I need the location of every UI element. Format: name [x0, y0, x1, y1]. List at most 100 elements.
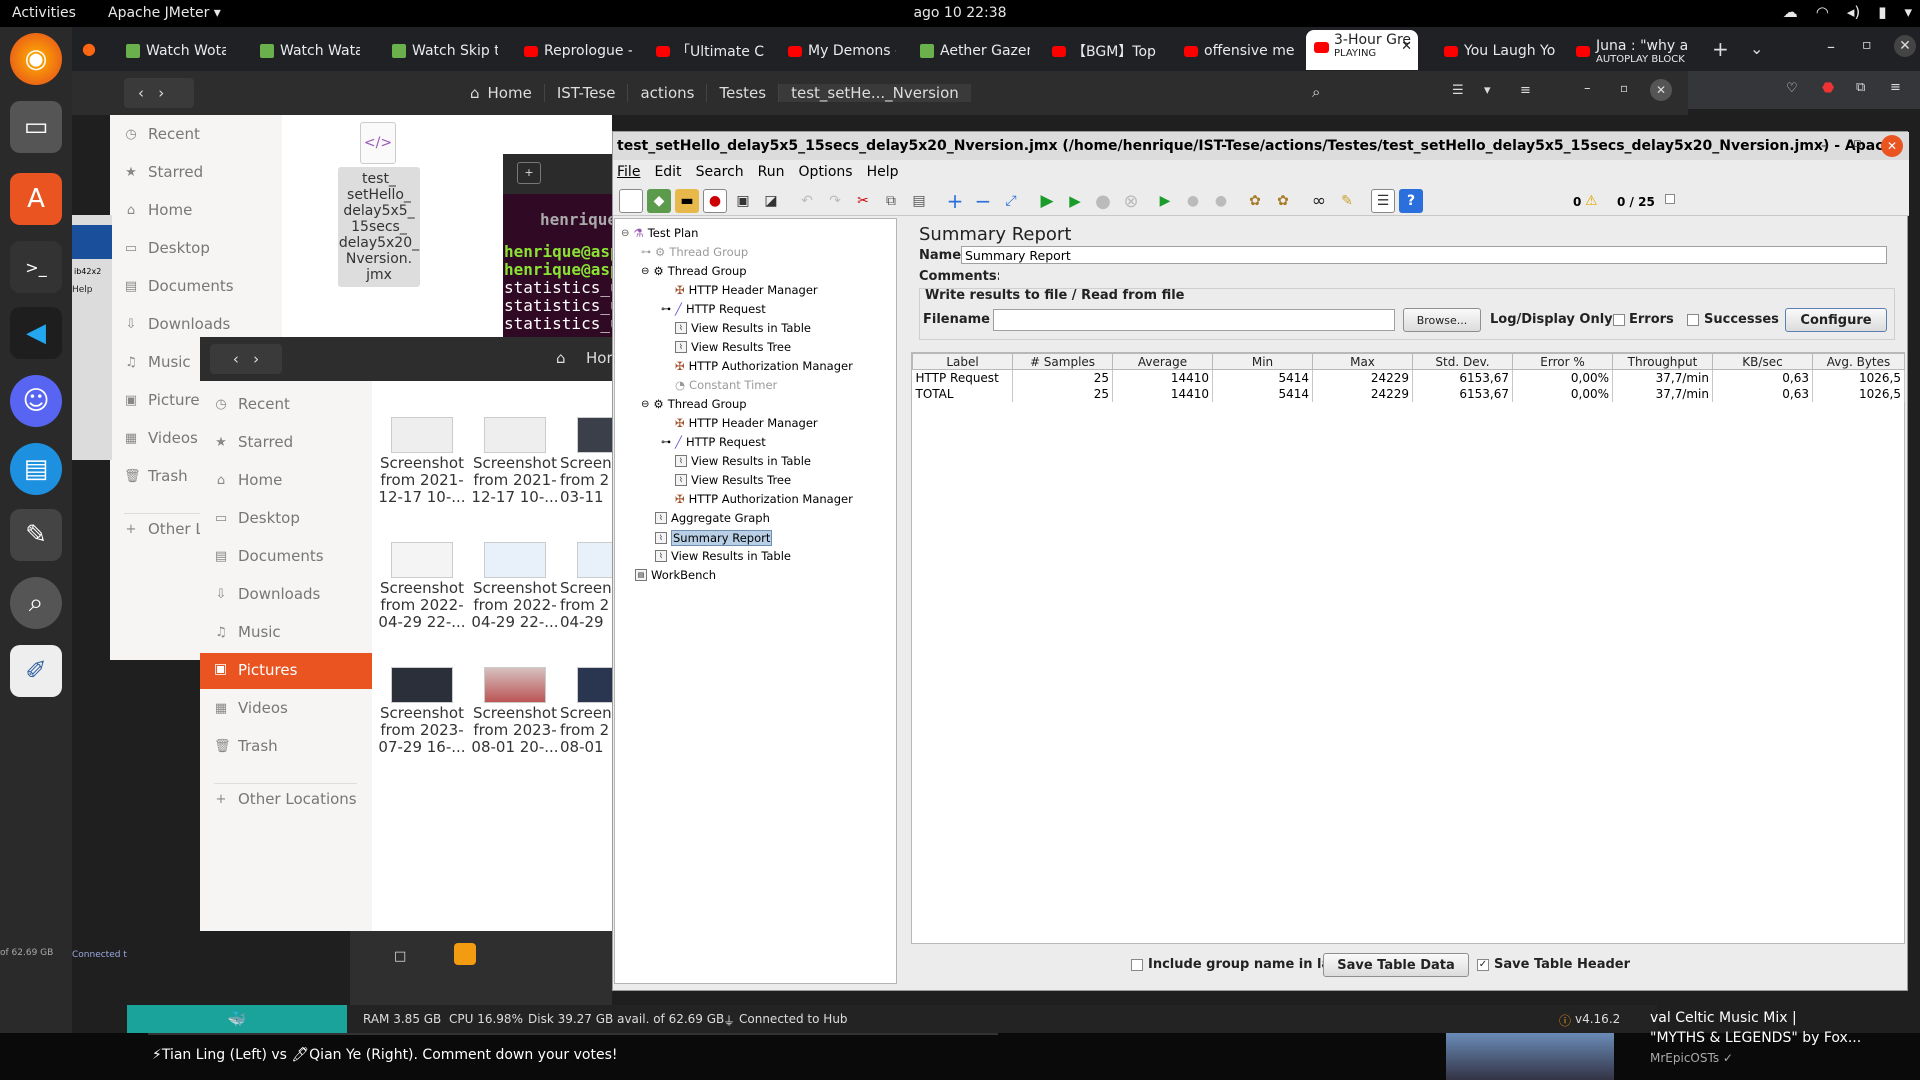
help-icon[interactable]: ?	[1399, 189, 1423, 213]
sidebar-item-documents[interactable]: ▤ Documents	[124, 277, 234, 295]
close-tab-icon[interactable]: ✕	[1401, 40, 1412, 54]
image-thumbnail[interactable]	[391, 667, 453, 703]
copy-icon[interactable]: ⧉	[879, 189, 903, 213]
remote-shutdown-icon[interactable]: ●	[1209, 189, 1233, 213]
cut-icon[interactable]: ✂	[851, 189, 875, 213]
tree-node[interactable]: ⊶ ╱ HTTP Request	[661, 435, 766, 449]
cloud-icon[interactable]: ☁	[1783, 3, 1798, 21]
sidebar-item-music[interactable]: ♫ Music	[214, 623, 281, 641]
column-header[interactable]: Avg. Bytes	[1812, 353, 1905, 370]
menu-file[interactable]: File	[617, 164, 640, 182]
tree-node[interactable]: ⊶ ⚙ Thread Group	[641, 245, 748, 259]
clear-icon[interactable]: ✿	[1243, 189, 1267, 213]
path-segment[interactable]: Testes	[706, 84, 778, 102]
maximize-button[interactable]: ▫	[1862, 37, 1872, 53]
menu-icon[interactable]: ≡	[1890, 80, 1901, 95]
menu-help[interactable]: Help	[867, 164, 899, 182]
menu-run[interactable]: Run	[758, 164, 785, 182]
column-header[interactable]: Label	[912, 353, 1013, 370]
include-group-checkbox[interactable]	[1131, 959, 1143, 971]
search-icon[interactable]: ⌕	[1312, 83, 1320, 101]
new-tab-icon[interactable]: +	[517, 162, 541, 184]
discord-icon[interactable]: ☺	[10, 375, 62, 427]
tree-node[interactable]: ⊖ ⚗ Test Plan	[621, 226, 698, 240]
browser-tab[interactable]: Juna : "why a AUTOPLAY BLOCK	[1576, 35, 1702, 67]
table-row[interactable]: HTTP Request 25 14410 5414 24229 6153,67…	[912, 369, 1905, 386]
image-thumbnail[interactable]	[484, 667, 546, 703]
column-header[interactable]: Min	[1212, 353, 1313, 370]
browser-tab[interactable]: Aether Gazer	[920, 35, 1030, 67]
wifi-icon[interactable]: ◠	[1816, 3, 1829, 21]
remote-stop-icon[interactable]: ●	[1181, 189, 1205, 213]
tree-node[interactable]: ⊖ ⚙ Thread Group	[641, 264, 747, 278]
hamburger-menu-icon[interactable]: ≡	[1520, 83, 1531, 98]
stop-icon[interactable]: ●	[1091, 189, 1115, 213]
browse-button[interactable]: Browse...	[1403, 308, 1481, 332]
open-folder-icon[interactable]: ▬	[675, 189, 699, 213]
close-button[interactable]: ✕	[1650, 79, 1672, 101]
minimize-button[interactable]: –	[1821, 136, 1829, 154]
collapse-icon[interactable]: −	[971, 189, 995, 213]
video-info[interactable]: val Celtic Music Mix | "MYTHS & LEGENDS"…	[1650, 1008, 1920, 1068]
close-button[interactable]: ✕	[1894, 35, 1916, 57]
warning-icon[interactable]: ⚠	[1585, 193, 1598, 209]
column-header[interactable]: Average	[1112, 353, 1213, 370]
tree-node[interactable]: ✠ HTTP Authorization Manager	[675, 492, 853, 506]
browser-tab[interactable]: Reprologue -	[524, 35, 632, 67]
tree-node[interactable]: ⌇ View Results in Table	[675, 321, 811, 335]
tree-node[interactable]: ⌇ Aggregate Graph	[655, 511, 770, 525]
image-thumbnail[interactable]	[391, 417, 453, 453]
sidebar-item-pictures[interactable]: ▣ Pictures	[200, 653, 372, 689]
sidebar-item-videos[interactable]: ▦ Videos	[214, 699, 288, 717]
sidebar-item-desktop[interactable]: ▭ Desktop	[214, 509, 300, 527]
files-icon[interactable]: ▭	[10, 101, 62, 153]
sidebar-item-recent[interactable]: ◷ Recent	[214, 395, 290, 413]
tree-node[interactable]: ⌇ View Results in Table	[655, 549, 791, 563]
adblock-icon[interactable]: ⬣	[1822, 80, 1834, 96]
clear-all-icon[interactable]: ✿	[1271, 189, 1295, 213]
function-helper-icon[interactable]: ☰	[1371, 189, 1395, 213]
configure-button[interactable]: Configure	[1785, 308, 1887, 332]
tree-node[interactable]: ⌇ View Results Tree	[675, 473, 791, 487]
nav-back-forward[interactable]: ‹ ›	[210, 344, 282, 374]
file-item[interactable]: Screenshot from 2023- 08-01 20-...	[467, 705, 563, 756]
clock[interactable]: ago 10 22:38	[0, 5, 1920, 21]
start-no-pause-icon[interactable]: ▶	[1063, 189, 1087, 213]
file-item[interactable]: Screenshot from 2022- 04-29 22-...	[374, 580, 470, 631]
file-item[interactable]: Screenshot from 2021- 12-17 10-...	[467, 455, 563, 506]
remote-start-icon[interactable]: ▶	[1153, 189, 1177, 213]
maximize-button[interactable]: ▫	[1853, 136, 1862, 151]
redo-icon[interactable]: ↷	[823, 189, 847, 213]
view-list-icon[interactable]: ☰	[1452, 83, 1464, 98]
terminal-icon[interactable]: >_	[10, 241, 62, 293]
tree-node[interactable]: ⊶ ╱ HTTP Request	[661, 302, 766, 316]
collapse-toggle-icon[interactable]: ⊖	[641, 266, 649, 277]
start-icon[interactable]: ▶	[1035, 189, 1059, 213]
tree-node[interactable]: ⌇ View Results Tree	[675, 340, 791, 354]
software-icon[interactable]: A	[10, 173, 62, 225]
browser-tab[interactable]: Watch Wotak	[126, 35, 226, 67]
tree-node[interactable]: ⊖ ⚙ Thread Group	[641, 397, 747, 411]
sidebar-item-downloads[interactable]: ⇩ Downloads	[214, 585, 321, 603]
templates-icon[interactable]: ◆	[647, 189, 671, 213]
browser-tab[interactable]: Watch Watasl	[260, 35, 360, 67]
sidebar-item-desktop[interactable]: ▭ Desktop	[124, 239, 210, 257]
collapse-toggle-icon[interactable]: ⊖	[621, 228, 629, 239]
pocket-icon[interactable]: ♡	[1786, 81, 1798, 96]
save-table-header-checkbox[interactable]: ✓	[1477, 959, 1489, 971]
tree-node[interactable]: ✠ HTTP Header Manager	[675, 283, 818, 297]
collapse-toggle-icon[interactable]: ⊖	[641, 399, 649, 410]
expand-toggle-icon[interactable]: ⊶	[641, 247, 651, 258]
successes-checkbox[interactable]	[1687, 314, 1699, 326]
column-header[interactable]: KB/sec	[1712, 353, 1813, 370]
sidebar-item-starred[interactable]: ★ Starred	[124, 163, 203, 181]
menu-search[interactable]: Search	[696, 164, 744, 182]
tree-node[interactable]: ◔ Constant Timer	[675, 378, 777, 392]
sidebar-item-recent[interactable]: ◷ Recent	[124, 125, 200, 143]
image-thumbnail[interactable]	[391, 542, 453, 578]
save-as-icon[interactable]: ◪	[759, 189, 783, 213]
minimize-button[interactable]: –	[1584, 81, 1591, 96]
jmeter-feather-icon[interactable]: ✎	[10, 509, 62, 561]
nav-back-forward[interactable]: ‹ ›	[124, 78, 194, 108]
sidebar-item-documents[interactable]: ▤ Documents	[214, 547, 324, 565]
